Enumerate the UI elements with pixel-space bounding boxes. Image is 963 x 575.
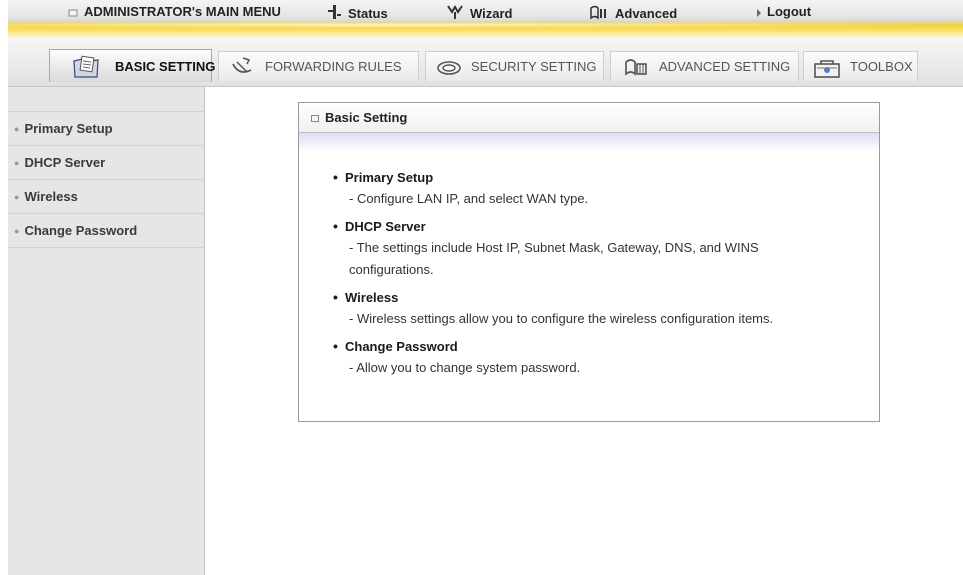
toolbox-icon (812, 56, 842, 91)
tab-basic-setting[interactable]: BASIC SETTING (49, 49, 216, 82)
tab-advanced-setting[interactable]: ADVANCED SETTING (610, 51, 799, 81)
network-blocks-icon (623, 56, 649, 89)
wizard-icon (446, 4, 464, 24)
entry-title: Wireless (345, 290, 399, 305)
sidebar: ● Primary Setup ● DHCP Server ● Wireless ● C… (8, 87, 205, 575)
sidebar-item-change-password[interactable]: ● Change Password (8, 214, 204, 248)
entry-description: - Wireless settings allow you to configu… (349, 311, 774, 326)
logout-label: Logout (767, 4, 812, 19)
entry-dhcp-server: • DHCP Server - The settings include Host… (333, 215, 879, 281)
advanced-icon (589, 4, 609, 24)
bullet-icon: ● (14, 192, 20, 202)
entry-title: Primary Setup (345, 170, 434, 185)
panel-title: Basic Setting (325, 110, 408, 125)
tab-bar: BASIC SETTING FORWARDING RULES SECURITY … (8, 38, 963, 87)
entry-primary-setup: • Primary Setup - Configure LAN IP, and s… (333, 166, 879, 210)
satellite-dish-icon (229, 56, 255, 89)
sidebar-item-wireless[interactable]: ● Wireless (8, 180, 204, 214)
advanced-label: Advanced (615, 6, 678, 21)
tab-forwarding-rules-label: FORWARDING RULES (265, 59, 402, 74)
tab-toolbox[interactable]: TOOLBOX (803, 51, 918, 81)
entry-change-password: • Change Password - Allow you to change s… (333, 335, 879, 379)
square-icon (311, 115, 319, 122)
tab-basic-setting-label: BASIC SETTING (115, 59, 216, 74)
bullet-icon: ● (14, 158, 20, 168)
sidebar-item-label: Wireless (24, 189, 78, 204)
entry-description: - Configure LAN IP, and select WAN type. (349, 191, 589, 206)
tab-security-setting-label: SECURITY SETTING (471, 59, 597, 74)
bullet-icon: ● (14, 226, 20, 236)
sidebar-item-dhcp-server[interactable]: ● DHCP Server (8, 146, 204, 180)
main-menu-label: ADMINISTRATOR's MAIN MENU (84, 4, 281, 19)
advanced-link[interactable]: Advanced (589, 4, 678, 21)
top-menu-bar: ADMINISTRATOR's MAIN MENU Status Wizard … (8, 0, 963, 38)
lock-disc-icon (436, 56, 462, 89)
entry-wireless: • Wireless - Wireless settings allow you … (333, 286, 879, 330)
sidebar-item-label: DHCP Server (24, 155, 106, 170)
tab-toolbox-label: TOOLBOX (850, 59, 913, 74)
wizard-label: Wizard (470, 6, 513, 21)
tab-forwarding-rules[interactable]: FORWARDING RULES (218, 51, 419, 81)
folder-document-icon (72, 55, 100, 91)
gold-band (8, 22, 963, 28)
main-menu-link[interactable]: ADMINISTRATOR's MAIN MENU (68, 4, 281, 20)
bullet-icon: • (333, 289, 338, 305)
sidebar-header (8, 87, 204, 112)
arrow-right-icon (755, 6, 763, 22)
status-icon (326, 4, 342, 24)
basic-setting-panel: Basic Setting • Primary Setup - Configure… (298, 102, 880, 422)
square-icon (68, 6, 78, 22)
logout-link[interactable]: Logout (755, 4, 811, 20)
wizard-link[interactable]: Wizard (446, 4, 513, 21)
entry-description: - The settings include Host IP, Subnet M… (349, 240, 759, 277)
bullet-icon: • (333, 338, 338, 354)
sidebar-item-label: Change Password (24, 223, 138, 238)
sidebar-item-primary-setup[interactable]: ● Primary Setup (8, 112, 204, 146)
tab-security-setting[interactable]: SECURITY SETTING (425, 51, 604, 81)
bullet-icon: • (333, 169, 338, 185)
entry-title: Change Password (345, 339, 458, 354)
status-link[interactable]: Status (326, 4, 388, 21)
tab-advanced-setting-label: ADVANCED SETTING (659, 59, 791, 74)
bullet-icon: ● (14, 124, 20, 134)
entry-description: - Allow you to change system password. (349, 360, 581, 375)
panel-body: • Primary Setup - Configure LAN IP, and s… (299, 166, 879, 379)
panel-header: Basic Setting (299, 103, 879, 133)
status-label: Status (348, 6, 388, 21)
entry-title: DHCP Server (345, 219, 426, 234)
panel-header-band (299, 133, 879, 151)
bullet-icon: • (333, 218, 338, 234)
sidebar-item-label: Primary Setup (24, 121, 113, 136)
